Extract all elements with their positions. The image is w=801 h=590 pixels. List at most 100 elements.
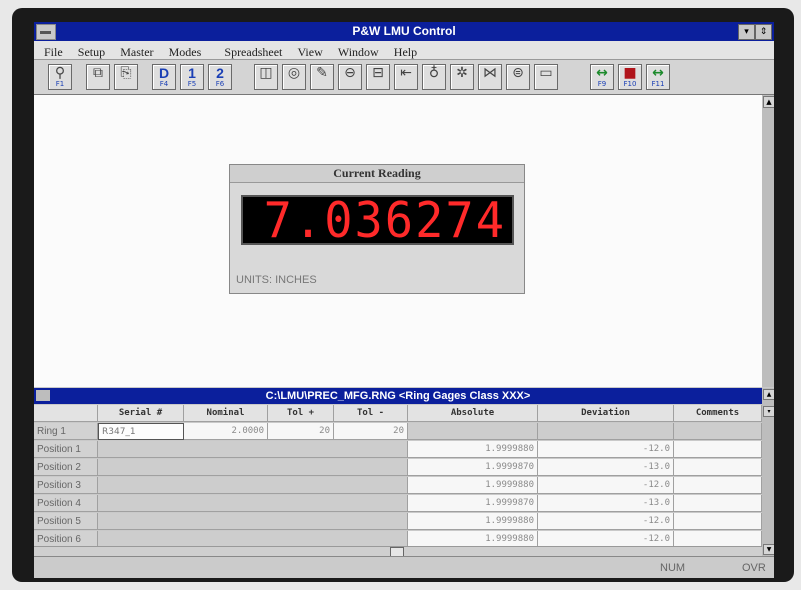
col-serial[interactable]: Serial # (98, 405, 184, 422)
blank-cells (98, 441, 408, 458)
absolute-cell[interactable]: 1.9999870 (408, 459, 538, 476)
sheet-scroll-down-icon[interactable]: ▼ (763, 544, 774, 555)
row-label[interactable]: Position 3 (34, 477, 98, 494)
pencil-button[interactable]: ✎ (310, 64, 334, 90)
square-button[interactable]: ◫ (254, 64, 278, 90)
cylinder-icon: ⊜ (512, 65, 524, 81)
deviation-cell[interactable]: -12.0 (538, 441, 674, 458)
spreadsheet-vscroll[interactable]: ▲ ▾ ▼ (762, 388, 774, 566)
menu-master[interactable]: Master (120, 45, 153, 60)
comments-cell[interactable] (674, 513, 762, 530)
nominal-cell[interactable]: 2.0000 (184, 423, 268, 440)
plug-button[interactable]: ⇤ (394, 64, 418, 90)
col-comments[interactable]: Comments (674, 405, 762, 422)
absolute-cell[interactable]: 1.9999880 (408, 477, 538, 494)
copy-pages-button[interactable]: ⧉ (86, 64, 110, 90)
ring-icon: ◎ (287, 65, 301, 81)
absolute-cell[interactable]: 1.9999870 (408, 495, 538, 512)
row-label[interactable]: Ring 1 (34, 423, 98, 440)
menu-bar: File Setup Master Modes Spreadsheet View… (34, 41, 774, 60)
f6-key-label: F6 (215, 80, 225, 88)
minimize-button[interactable]: ▾ (738, 24, 755, 40)
reading-value: 7.036274 (263, 191, 506, 250)
absolute-cell[interactable] (408, 423, 538, 440)
copy-pages-icon: ⧉ (93, 65, 103, 81)
absolute-cell[interactable]: 1.9999880 (408, 441, 538, 458)
comments-cell[interactable] (674, 477, 762, 494)
fixture-button[interactable]: ⋈ (478, 64, 502, 90)
paste-icon: ⎘ (120, 65, 132, 81)
probe-button[interactable]: ⚲ F1 (48, 64, 72, 90)
f10-button[interactable]: ■ F10 (618, 64, 642, 90)
absolute-cell[interactable]: 1.9999880 (408, 513, 538, 530)
tol-minus-cell[interactable]: 20 (334, 423, 408, 440)
bar-button[interactable]: ▭ (534, 64, 558, 90)
d-icon: D (158, 65, 170, 81)
deviation-cell[interactable] (538, 423, 674, 440)
row-label[interactable]: Position 1 (34, 441, 98, 458)
d-button[interactable]: D F4 (152, 64, 176, 90)
gage-button[interactable]: ⊟ (366, 64, 390, 90)
menu-file[interactable]: File (44, 45, 63, 60)
deviation-cell[interactable]: -12.0 (538, 513, 674, 530)
deviation-cell[interactable]: -13.0 (538, 459, 674, 476)
tol-plus-cell[interactable]: 20 (268, 423, 334, 440)
gear-button[interactable]: ✲ (450, 64, 474, 90)
comments-cell[interactable] (674, 441, 762, 458)
status-bar: NUM OVR (34, 556, 774, 578)
comments-cell[interactable] (674, 495, 762, 512)
toolbar: ⚲ F1 ⧉ ⎘ D F4 1 F5 2 F6 ◫ ◎ ✎ ⊖ ⊟ ⇤ ♁ ✲ ⋈ ⊜ … (34, 60, 774, 95)
row-label[interactable]: Position 2 (34, 459, 98, 476)
menu-view[interactable]: View (297, 45, 322, 60)
comments-cell[interactable] (674, 423, 762, 440)
cylinder-button[interactable]: ⊜ (506, 64, 530, 90)
two-button[interactable]: 2 F6 (208, 64, 232, 90)
f11-key-label: F11 (651, 80, 665, 88)
sheet-scroll-thumb-icon[interactable]: ▾ (763, 406, 774, 417)
table-row: Ring 1 R347_1 2.0000 20 20 (34, 423, 762, 441)
row-label[interactable]: Position 5 (34, 513, 98, 530)
two-icon: 2 (216, 65, 224, 81)
bulb-button[interactable]: ♁ (422, 64, 446, 90)
pencil-icon: ✎ (316, 65, 328, 81)
corner-cell (34, 405, 98, 422)
one-icon: 1 (188, 65, 196, 81)
comments-cell[interactable] (674, 459, 762, 476)
col-tol-plus[interactable]: Tol + (268, 405, 334, 422)
menu-help[interactable]: Help (394, 45, 417, 60)
serial-cell[interactable]: R347_1 (98, 423, 184, 440)
blank-cells (98, 459, 408, 476)
col-nominal[interactable]: Nominal (184, 405, 268, 422)
menu-window[interactable]: Window (338, 45, 379, 60)
col-tol-minus[interactable]: Tol - (334, 405, 408, 422)
f10-key-label: F10 (623, 80, 637, 88)
deviation-cell[interactable]: -13.0 (538, 495, 674, 512)
menu-setup[interactable]: Setup (78, 45, 105, 60)
gear-icon: ✲ (456, 65, 468, 81)
f11-button[interactable]: ↔ F11 (646, 64, 670, 90)
scroll-up-arrow-icon[interactable]: ▲ (763, 96, 774, 108)
menu-spreadsheet[interactable]: Spreadsheet (224, 45, 282, 60)
green-arrows-2-icon: ↔ (652, 65, 664, 81)
maximize-button[interactable]: ⇕ (755, 24, 772, 40)
green-arrows-icon: ↔ (596, 65, 608, 81)
col-deviation[interactable]: Deviation (538, 405, 674, 422)
ring-button[interactable]: ◎ (282, 64, 306, 90)
header-row: Serial # Nominal Tol + Tol - Absolute De… (34, 405, 762, 423)
bar-icon: ▭ (539, 65, 553, 81)
paste-button[interactable]: ⎘ (114, 64, 138, 90)
table-row: Position 5 1.9999880 -12.0 (34, 513, 762, 531)
deviation-cell[interactable]: -12.0 (538, 477, 674, 494)
blank-cells (98, 513, 408, 530)
menu-modes[interactable]: Modes (169, 45, 202, 60)
col-absolute[interactable]: Absolute (408, 405, 538, 422)
row-label[interactable]: Position 4 (34, 495, 98, 512)
spreadsheet-system-menu-icon[interactable] (36, 390, 50, 401)
one-button[interactable]: 1 F5 (180, 64, 204, 90)
workspace-scrollbar[interactable]: ▲ (762, 95, 774, 387)
sheet-scroll-up-icon[interactable]: ▲ (763, 389, 774, 400)
f9-button[interactable]: ↔ F9 (590, 64, 614, 90)
disc-button[interactable]: ⊖ (338, 64, 362, 90)
fixture-icon: ⋈ (483, 65, 497, 81)
f1-key-label: F1 (55, 80, 65, 88)
